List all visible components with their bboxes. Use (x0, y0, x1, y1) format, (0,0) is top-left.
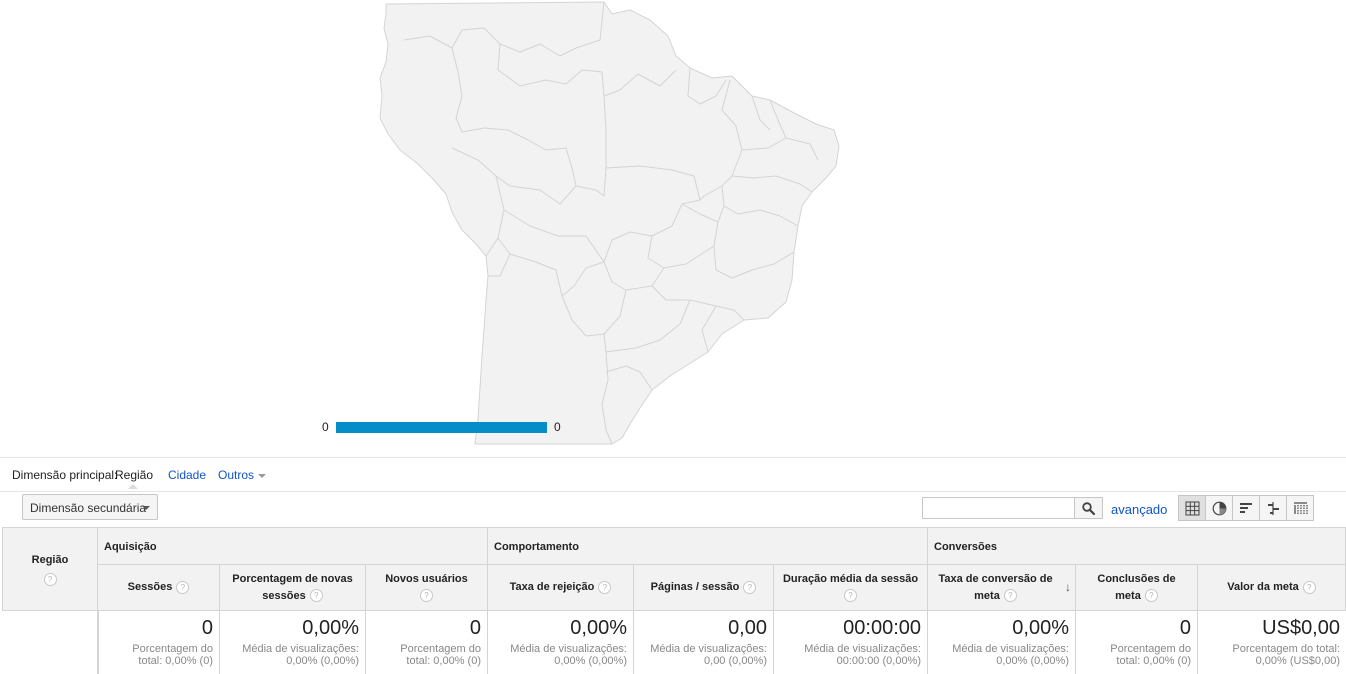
advanced-filter-link[interactable]: avançado (1111, 502, 1167, 517)
column-header-region[interactable]: Região ? (2, 527, 98, 611)
total-sessions: 0 Porcentagem do total: 0,00% (0) (98, 611, 220, 674)
column-label: Valor da meta (1227, 581, 1299, 593)
column-header-new-sessions-pct[interactable]: Porcentagem de novas sessões? (220, 565, 366, 611)
total-pages-per-session: 0,00 Média de visualizações: 0,00 (0,00%) (634, 611, 774, 674)
pivot-view-button[interactable] (1286, 495, 1314, 521)
column-label: Duração média da sessão (782, 572, 919, 585)
pie-view-icon (1212, 501, 1227, 516)
primary-dimension-bar: Dimensão principal: Região Cidade Outros (0, 457, 1346, 492)
sort-descending-icon[interactable]: ↓ (1065, 579, 1071, 596)
total-value: 00:00:00 (843, 617, 921, 639)
total-bounce-rate: 0,00% Média de visualizações: 0,00% (0,00… (488, 611, 634, 674)
group-label: Conversões (934, 541, 997, 553)
total-sub: Média de visualizações: 0,00% (0,00%) (510, 643, 627, 667)
south-america-map[interactable] (0, 0, 1346, 456)
help-icon[interactable]: ? (176, 580, 190, 594)
help-icon[interactable]: ? (844, 589, 857, 603)
column-header-goal-value[interactable]: Valor da meta? (1198, 565, 1346, 611)
secondary-dimension-label: Dimensão secundária (30, 501, 147, 515)
column-header-new-users[interactable]: Novos usuários? (366, 565, 488, 611)
total-value: 0,00% (1012, 617, 1069, 639)
total-value: 0 (1179, 617, 1191, 639)
help-icon[interactable]: ? (1302, 580, 1316, 594)
total-sub: Porcentagem do total: 0,00% (0) (132, 643, 213, 667)
geo-map[interactable]: 0 0 (0, 0, 1346, 456)
total-sub: Média de visualizações: 00:00:00 (0,00%) (804, 643, 921, 667)
help-icon[interactable]: ? (420, 589, 433, 603)
column-header-avg-session-duration[interactable]: Duração média da sessão? (774, 565, 928, 611)
active-indicator (128, 484, 138, 489)
table-view-button[interactable] (1178, 495, 1206, 521)
total-goal-completions: 0 Porcentagem do total: 0,00% (0) (1076, 611, 1198, 674)
performance-view-icon (1240, 503, 1252, 513)
total-sub: Média de visualizações: 0,00% (0,00%) (242, 643, 359, 667)
total-sub: Média de visualizações: 0,00% (0,00%) (952, 643, 1069, 667)
comparison-view-button[interactable] (1259, 495, 1287, 521)
total-value: 0,00% (570, 617, 627, 639)
group-label: Comportamento (494, 541, 579, 553)
column-label: Taxa de rejeição (509, 581, 595, 593)
view-switcher (1178, 495, 1314, 521)
column-header-pages-per-session[interactable]: Páginas / sessão? (634, 565, 774, 611)
column-label: Taxa de conversão de meta (938, 572, 1053, 602)
primary-dimension-label: Dimensão principal: (12, 468, 118, 482)
help-icon[interactable]: ? (598, 580, 612, 594)
total-value: US$0,00 (1262, 617, 1340, 639)
total-sub: Porcentagem do total: 0,00% (0) (400, 643, 481, 667)
legend-min-label: 0 (322, 420, 329, 434)
total-sub: Porcentagem do total: 0,00% (0) (1110, 643, 1191, 667)
search-icon (1082, 502, 1095, 515)
total-goal-conversion-rate: 0,00% Média de visualizações: 0,00% (0,00… (928, 611, 1076, 674)
legend-color-bar (336, 422, 547, 433)
pivot-view-icon (1294, 502, 1308, 514)
help-icon[interactable]: ? (309, 589, 323, 603)
data-table: Região ? Aquisição Comportamento Convers… (2, 527, 1346, 674)
chevron-down-icon (142, 506, 150, 510)
help-icon[interactable]: ? (1003, 589, 1017, 603)
total-new-sessions-pct: 0,00% Média de visualizações: 0,00% (0,00… (220, 611, 366, 674)
map-landmass (379, 1, 840, 445)
dimension-region-active[interactable]: Região (115, 468, 153, 482)
column-header-goal-completions[interactable]: Conclusões de meta? (1076, 565, 1198, 611)
dimension-others-label: Outros (218, 468, 255, 482)
pie-view-button[interactable] (1205, 495, 1233, 521)
group-header-behavior: Comportamento (488, 527, 928, 565)
secondary-dimension-dropdown[interactable]: Dimensão secundária (22, 494, 158, 520)
column-header-sessions[interactable]: Sessões? (98, 565, 220, 611)
table-search-input[interactable] (922, 497, 1075, 519)
total-value: 0,00% (302, 617, 359, 639)
region-header-label: Região (31, 554, 69, 566)
total-value: 0 (469, 617, 481, 639)
column-header-bounce-rate[interactable]: Taxa de rejeição? (488, 565, 634, 611)
group-header-acquisition: Aquisição (98, 527, 488, 565)
total-goal-value: US$0,00 Porcentagem do total: 0,00% (US$0… (1198, 611, 1346, 674)
total-value: 0,00 (728, 617, 767, 639)
total-sub: Média de visualizações: 0,00 (0,00%) (650, 643, 767, 667)
column-label: Conclusões de meta (1097, 572, 1176, 602)
column-label: Páginas / sessão (650, 581, 740, 593)
comparison-view-icon (1268, 502, 1279, 515)
chevron-down-icon (258, 473, 267, 478)
total-avg-session-duration: 00:00:00 Média de visualizações: 00:00:00… (774, 611, 928, 674)
performance-view-button[interactable] (1232, 495, 1260, 521)
dimension-city-link[interactable]: Cidade (168, 468, 206, 482)
total-sub: Porcentagem do total: 0,00% (US$0,00) (1232, 643, 1340, 667)
search-button[interactable] (1075, 497, 1103, 519)
totals-row-label (2, 611, 98, 674)
column-header-goal-conversion-rate[interactable]: Taxa de conversão de meta? ↓ (928, 565, 1076, 611)
legend-max-label: 0 (554, 420, 561, 434)
total-value: 0 (201, 617, 213, 639)
column-label: Porcentagem de novas sessões (232, 572, 353, 602)
dimension-others-dropdown[interactable]: Outros (218, 468, 267, 482)
table-view-icon (1185, 501, 1200, 516)
column-label: Sessões (127, 581, 173, 593)
column-label: Novos usuários (385, 572, 468, 585)
help-icon[interactable]: ? (43, 573, 57, 586)
help-icon[interactable]: ? (1144, 589, 1158, 603)
group-header-conversions: Conversões (928, 527, 1346, 565)
help-icon[interactable]: ? (743, 580, 757, 594)
total-new-users: 0 Porcentagem do total: 0,00% (0) (366, 611, 488, 674)
group-label: Aquisição (104, 541, 157, 553)
